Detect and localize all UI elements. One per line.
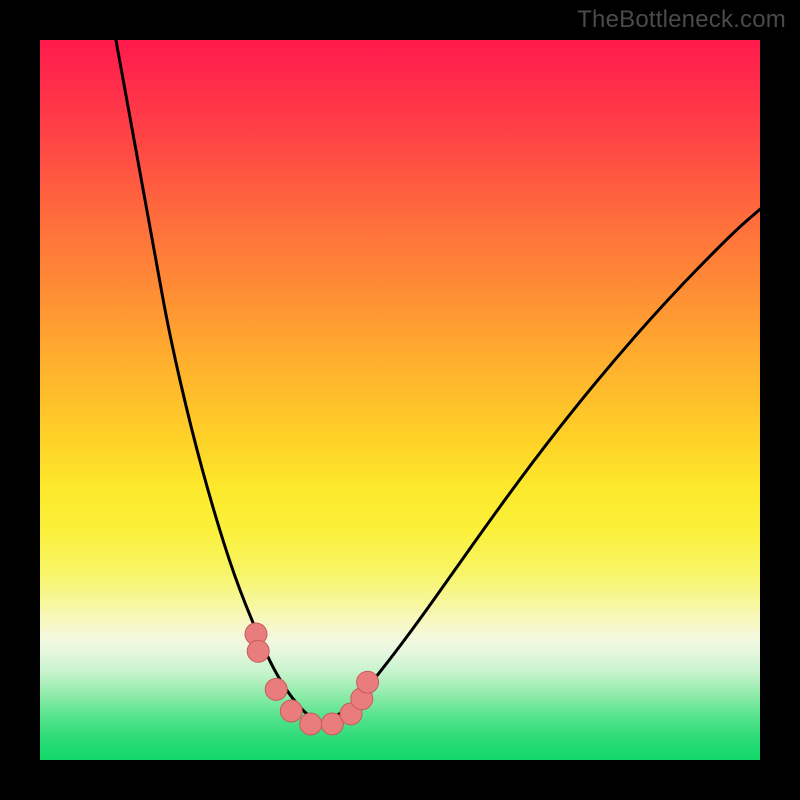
data-marker (265, 678, 287, 700)
data-marker (280, 700, 302, 722)
data-marker (357, 671, 379, 693)
watermark-label: TheBottleneck.com (577, 6, 786, 34)
plot-area (40, 40, 760, 760)
bottleneck-curve-left (112, 40, 321, 723)
marker-group (245, 623, 379, 735)
bottleneck-curve-right (321, 209, 760, 722)
chart-svg (40, 40, 760, 760)
data-marker (247, 640, 269, 662)
chart-frame: TheBottleneck.com (0, 0, 800, 800)
data-marker (300, 713, 322, 735)
